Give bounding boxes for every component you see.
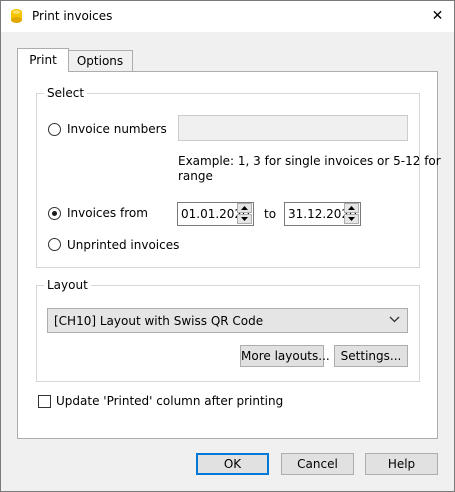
help-button[interactable]: Help xyxy=(365,453,438,475)
title-bar: Print invoices ✕ xyxy=(1,1,454,32)
ok-button[interactable]: OK xyxy=(196,453,269,475)
select-group-label: Select xyxy=(44,85,88,101)
select-group: Select Invoice numbers Example: 1, 3 for… xyxy=(36,85,441,268)
settings-button[interactable]: Settings... xyxy=(334,345,408,367)
window-title: Print invoices xyxy=(32,9,113,23)
more-layouts-button[interactable]: More layouts... xyxy=(240,345,330,367)
arrow-up-icon xyxy=(348,206,355,210)
arrow-down-icon xyxy=(348,217,355,221)
date-from-up-button[interactable] xyxy=(237,203,252,213)
update-printed-label[interactable]: Update 'Printed' column after printing xyxy=(56,393,283,409)
invoices-from-radio[interactable] xyxy=(48,207,61,220)
date-to-up-button[interactable] xyxy=(344,203,359,213)
invoice-numbers-label[interactable]: Invoice numbers xyxy=(67,121,167,137)
arrow-down-icon xyxy=(241,217,248,221)
invoice-numbers-input[interactable] xyxy=(178,115,408,141)
date-from-spinner[interactable] xyxy=(236,203,253,225)
example-text-line2: range xyxy=(178,169,213,183)
layout-group: Layout [CH10] Layout with Swiss QR Code … xyxy=(36,277,420,382)
unprinted-invoices-radio[interactable] xyxy=(48,238,61,251)
arrow-up-icon xyxy=(241,206,248,210)
layout-group-label: Layout xyxy=(44,277,91,293)
chevron-down-icon xyxy=(389,316,400,323)
date-from-down-button[interactable] xyxy=(237,214,252,224)
print-invoices-dialog: Print invoices ✕ Print Options Select In… xyxy=(0,0,455,492)
date-to-field[interactable]: 31.12.2020 xyxy=(284,202,361,226)
to-label: to xyxy=(264,207,277,221)
update-printed-checkbox[interactable] xyxy=(38,395,51,408)
cancel-button[interactable]: Cancel xyxy=(281,453,354,475)
tab-options[interactable]: Options xyxy=(68,50,133,72)
date-from-field[interactable]: 01.01.2020 xyxy=(177,202,254,226)
close-icon: ✕ xyxy=(431,8,444,24)
app-icon xyxy=(11,9,22,23)
close-button[interactable]: ✕ xyxy=(421,1,454,32)
tab-print[interactable]: Print xyxy=(17,48,69,72)
unprinted-invoices-label[interactable]: Unprinted invoices xyxy=(67,237,179,253)
example-text-line1: Example: 1, 3 for single invoices or 5-1… xyxy=(178,154,441,168)
tab-panel-print: Select Invoice numbers Example: 1, 3 for… xyxy=(17,71,441,439)
date-to-down-button[interactable] xyxy=(344,214,359,224)
date-to-spinner[interactable] xyxy=(343,203,360,225)
invoices-from-label[interactable]: Invoices from xyxy=(67,205,148,221)
invoice-numbers-radio[interactable] xyxy=(48,123,61,136)
layout-select-value: [CH10] Layout with Swiss QR Code xyxy=(54,314,264,328)
layout-select[interactable]: [CH10] Layout with Swiss QR Code xyxy=(47,308,408,333)
